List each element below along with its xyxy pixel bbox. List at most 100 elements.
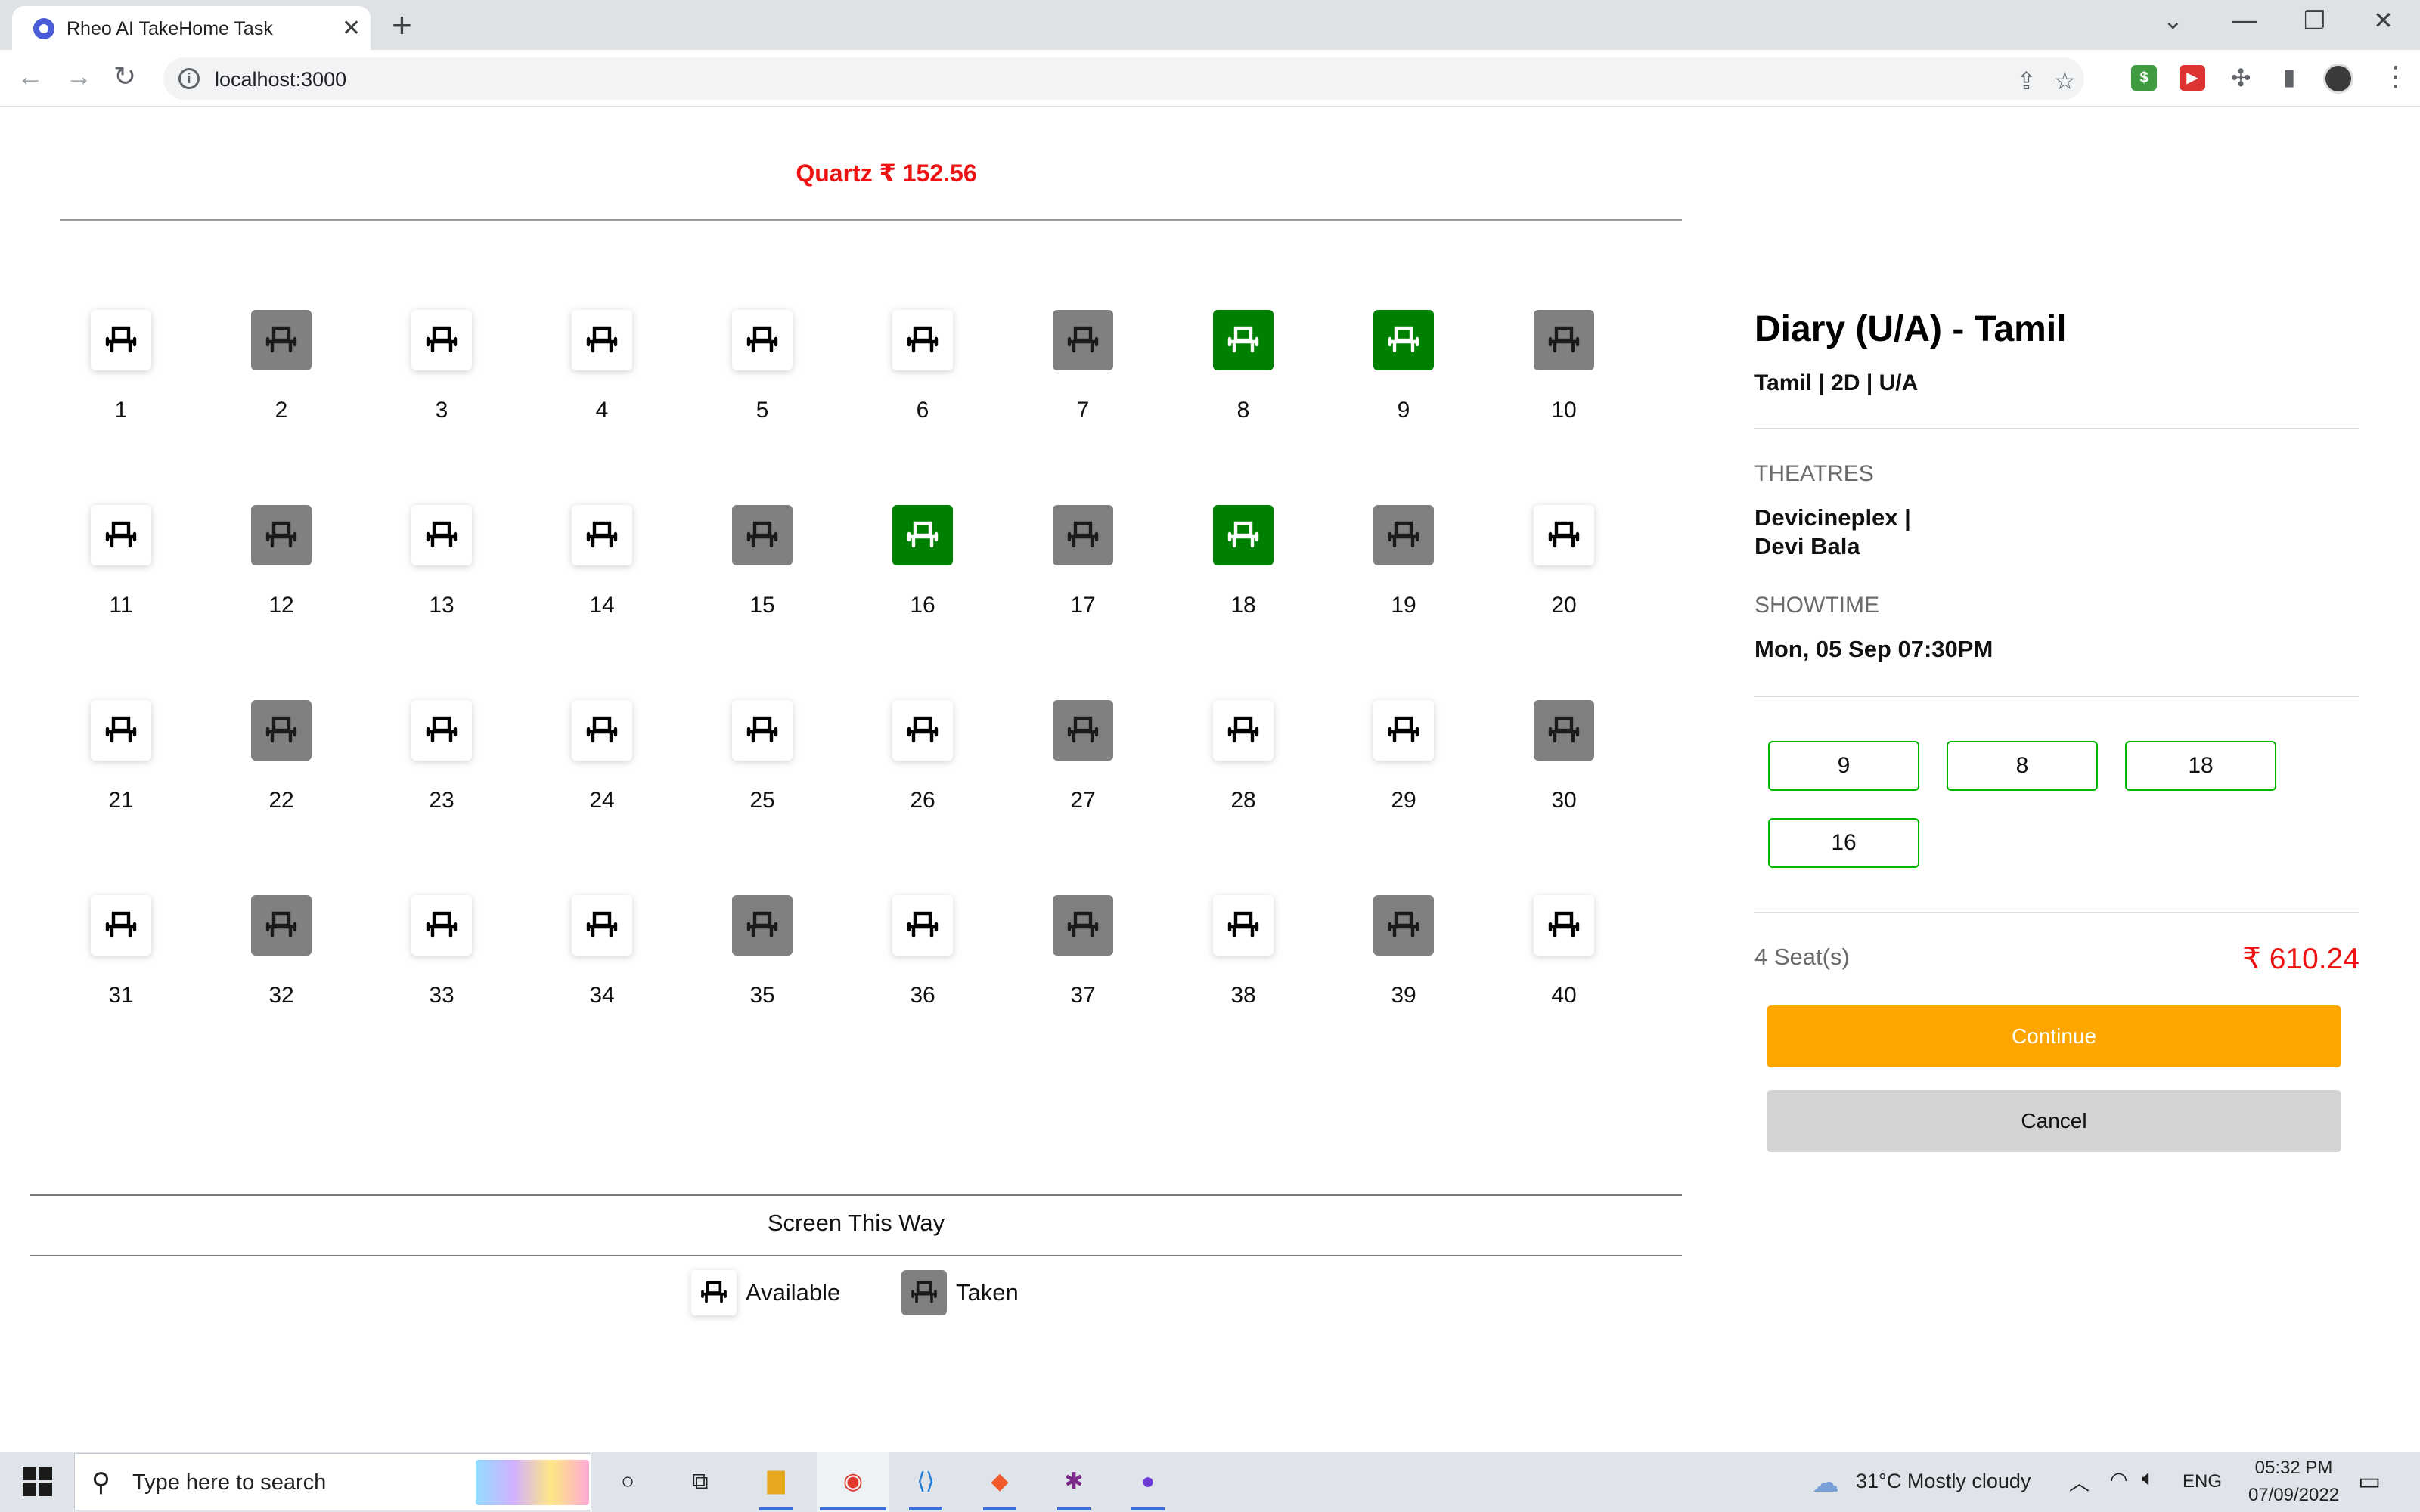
seat-taken[interactable] xyxy=(1053,505,1113,565)
seat-selected[interactable] xyxy=(1213,505,1274,565)
seat-available[interactable] xyxy=(1534,895,1594,956)
seat-available[interactable] xyxy=(1534,505,1594,565)
money-extension-icon[interactable]: $ xyxy=(2131,65,2157,91)
total-price: ₹ 610.24 xyxy=(2242,943,2360,975)
seat-icon xyxy=(586,521,618,548)
seat-icon xyxy=(1227,521,1259,548)
selected-seat-chip[interactable]: 16 xyxy=(1768,818,1919,868)
seat-available[interactable] xyxy=(892,310,953,370)
slack-icon[interactable]: ✱ xyxy=(1054,1462,1094,1501)
seat-number: 22 xyxy=(268,788,294,813)
file-explorer-icon[interactable]: ▇ xyxy=(756,1462,796,1501)
chrome-icon[interactable]: ◉ xyxy=(833,1462,873,1501)
seat-taken[interactable] xyxy=(1373,505,1434,565)
selected-seat-chip[interactable]: 18 xyxy=(2125,741,2276,791)
seat-available[interactable] xyxy=(91,310,151,370)
running-indicator xyxy=(759,1507,793,1510)
site-info-icon[interactable]: i xyxy=(178,68,200,89)
selected-seat-chip[interactable]: 9 xyxy=(1768,741,1919,791)
seat-taken[interactable] xyxy=(251,310,312,370)
seat-available[interactable] xyxy=(1213,895,1274,956)
share-icon[interactable]: ⇪ xyxy=(2016,67,2037,95)
seat-available[interactable] xyxy=(892,700,953,761)
seat-number: 25 xyxy=(749,788,775,813)
extensions-puzzle-icon[interactable]: ✣ xyxy=(2228,65,2254,91)
seat-available[interactable] xyxy=(572,505,632,565)
media-extension-icon[interactable]: ▶ xyxy=(2180,65,2205,91)
seat-available[interactable] xyxy=(1213,700,1274,761)
clock-date[interactable]: 07/09/2022 xyxy=(2238,1485,2349,1506)
seat-taken[interactable] xyxy=(1053,310,1113,370)
forward-arrow-icon[interactable]: → xyxy=(65,60,92,92)
seat-taken[interactable] xyxy=(1534,700,1594,761)
selected-seat-chip[interactable]: 8 xyxy=(1947,741,2098,791)
seat-available[interactable] xyxy=(572,895,632,956)
seat-taken[interactable] xyxy=(1534,310,1594,370)
vscode-icon[interactable]: ⟨⟩ xyxy=(906,1462,945,1501)
address-bar[interactable]: i localhost:3000 ⇪ ☆ xyxy=(163,57,2084,100)
minimize-button[interactable]: — xyxy=(2232,6,2257,34)
seat-available[interactable] xyxy=(411,505,472,565)
seat-taken[interactable] xyxy=(732,895,793,956)
seat-number: 12 xyxy=(268,593,294,618)
seat-available[interactable] xyxy=(572,700,632,761)
new-tab-button[interactable]: + xyxy=(392,5,412,45)
wifi-icon[interactable]: ◠ xyxy=(2110,1468,2128,1492)
browser-tab[interactable]: Rheo AI TakeHome Task ✕ xyxy=(12,6,371,50)
seat-icon xyxy=(1388,521,1419,548)
tray-chevron-icon[interactable]: ︿ xyxy=(2069,1467,2090,1496)
seat-available[interactable] xyxy=(411,310,472,370)
seat-taken[interactable] xyxy=(732,505,793,565)
brave-icon[interactable]: ◆ xyxy=(980,1462,1019,1501)
seat-number: 26 xyxy=(910,788,935,813)
seat-selected[interactable] xyxy=(1213,310,1274,370)
seat-available[interactable] xyxy=(91,505,151,565)
reload-icon[interactable]: ↻ xyxy=(113,60,136,92)
side-panel-icon[interactable]: ▮ xyxy=(2276,65,2302,91)
clock-time[interactable]: 05:32 PM xyxy=(2245,1458,2343,1479)
seat-icon xyxy=(586,326,618,353)
weather-text[interactable]: 31°C Mostly cloudy xyxy=(1856,1470,2031,1493)
tab-search-chevron-icon[interactable]: ⌄ xyxy=(2163,6,2183,35)
seat-taken[interactable] xyxy=(251,700,312,761)
tab-close-icon[interactable]: ✕ xyxy=(342,15,361,42)
github-icon[interactable]: ● xyxy=(1128,1462,1168,1501)
taskbar-search-box[interactable]: ⚲ Type here to search xyxy=(74,1453,591,1510)
seat-taken[interactable] xyxy=(1053,895,1113,956)
seat-icon xyxy=(105,911,137,938)
profile-avatar[interactable] xyxy=(2323,64,2353,94)
seat-selected[interactable] xyxy=(892,505,953,565)
seat-available[interactable] xyxy=(91,895,151,956)
legend-taken-label: Taken xyxy=(956,1279,1019,1306)
continue-button[interactable]: Continue xyxy=(1767,1005,2341,1067)
seat-icon xyxy=(1388,716,1419,743)
seat-available[interactable] xyxy=(892,895,953,956)
seat-available[interactable] xyxy=(1373,700,1434,761)
seat-icon xyxy=(907,716,939,743)
window-close-button[interactable]: ✕ xyxy=(2373,6,2394,35)
notification-icon[interactable]: ▭ xyxy=(2358,1467,2381,1495)
seat-available[interactable] xyxy=(411,895,472,956)
seat-available[interactable] xyxy=(411,700,472,761)
seat-taken[interactable] xyxy=(1053,700,1113,761)
seat-taken[interactable] xyxy=(1373,895,1434,956)
cancel-button[interactable]: Cancel xyxy=(1767,1090,2341,1152)
browser-menu-icon[interactable]: ⋮ xyxy=(2382,60,2409,92)
restore-button[interactable]: ❐ xyxy=(2304,6,2325,35)
seat-available[interactable] xyxy=(572,310,632,370)
seat-taken[interactable] xyxy=(251,505,312,565)
seat-number: 40 xyxy=(1551,983,1577,1008)
seat-available[interactable] xyxy=(732,700,793,761)
bookmark-star-icon[interactable]: ☆ xyxy=(2054,67,2076,95)
back-arrow-icon[interactable]: ← xyxy=(17,60,44,92)
url-text[interactable]: localhost:3000 xyxy=(215,68,346,91)
cortana-icon[interactable]: ○ xyxy=(608,1462,647,1501)
windows-start-icon[interactable] xyxy=(23,1467,53,1497)
seat-taken[interactable] xyxy=(251,895,312,956)
task-view-icon[interactable]: ⧉ xyxy=(681,1462,720,1501)
language-indicator[interactable]: ENG xyxy=(2183,1471,2222,1492)
seat-selected[interactable] xyxy=(1373,310,1434,370)
seat-available[interactable] xyxy=(91,700,151,761)
volume-icon[interactable]: 🔈︎ xyxy=(2142,1467,2154,1491)
seat-available[interactable] xyxy=(732,310,793,370)
